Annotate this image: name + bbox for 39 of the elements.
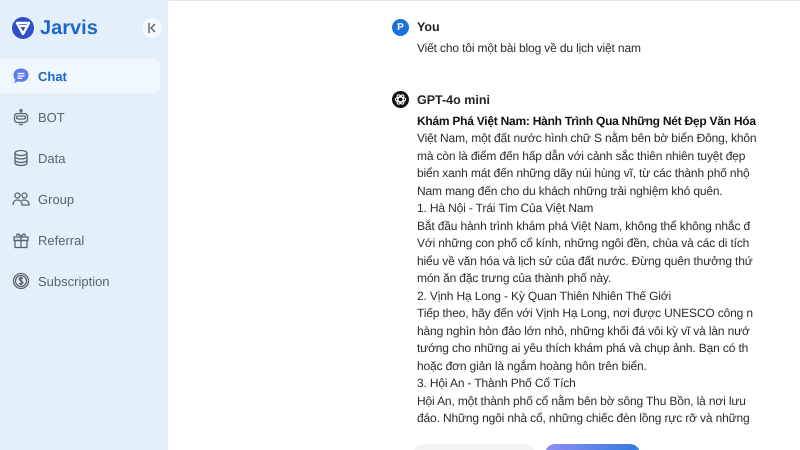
message-text: Hội An, một thành phố cổ nằm bên bờ sông Thu Bồn, là nơi lưu bbox=[417, 392, 746, 410]
message-text: tướng cho những ai yêu thích khám phá và chụp ảnh. Bạn có th bbox=[417, 340, 748, 357]
logo-icon bbox=[12, 17, 34, 39]
message-text: hiểu về văn hóa và lịch sử của đất nước. Đừng quên thưởng thứ bbox=[417, 252, 753, 270]
dollar-coin-icon bbox=[12, 272, 30, 290]
sidebar-item[interactable]: Referral bbox=[0, 223, 160, 257]
sidebar-item[interactable]: Data bbox=[0, 141, 160, 175]
message-text: Nam mang đến cho du khách những trải nghiệm khó quên. bbox=[417, 182, 723, 200]
message-text: 2. Vịnh Hạ Long - Kỳ Quan Thiên Nhiên Thế Giới bbox=[417, 288, 672, 304]
user-avatar: P bbox=[392, 18, 409, 36]
sidebar-item[interactable]: Chat bbox=[0, 59, 160, 93]
message-text: Viết cho tôi một bài blog về du lịch việt nam bbox=[417, 40, 641, 57]
author-name: GPT-4o mini bbox=[417, 92, 490, 106]
message-text: Tiếp theo, hãy đến với Vịnh Hạ Long, nơi được UNESCO công n bbox=[417, 305, 753, 322]
message-text: 3. Hội An - Thành Phố Cổ Tích bbox=[417, 375, 576, 392]
people-icon bbox=[12, 190, 30, 208]
message-text: Với những con phố cổ kính, những ngôi đền, chùa và các di tích bbox=[417, 235, 750, 252]
brand-name: Jarvis bbox=[40, 16, 98, 40]
message-text: mà còn là điểm đến hấp dẫn với cảnh sắc thiên nhiên tuyệt đẹp bbox=[417, 148, 746, 164]
knot-logo-icon bbox=[392, 91, 409, 108]
message-text: đáo. Những ngôi nhà cổ, những chiếc đèn lồng rực rỡ và những bbox=[417, 410, 750, 427]
sidebar-item[interactable]: Group bbox=[0, 182, 160, 216]
message-text: hàng nghìn hòn đảo lớn nhỏ, những khối đá vôi kỳ vĩ và làn nướ bbox=[417, 322, 750, 340]
chat-bubble-icon bbox=[12, 67, 30, 85]
collapse-icon bbox=[147, 22, 157, 34]
message-text: Khám Phá Việt Nam: Hành Trình Qua Những Nét Đẹp Văn Hóa bbox=[417, 112, 756, 130]
message-text: Việt Nam, một đất nước hình chữ S nằm bên bờ biển Đông, khôn bbox=[417, 130, 756, 147]
gift-icon bbox=[12, 231, 30, 249]
database-icon bbox=[12, 149, 30, 167]
robot-icon bbox=[12, 108, 30, 126]
message-text: 1. Hà Nội - Trái Tim Của Việt Nam bbox=[417, 200, 594, 217]
collapse-sidebar-button[interactable] bbox=[142, 18, 162, 38]
author-name: You bbox=[417, 20, 440, 34]
message-text: biển xanh mát đến những dãy núi hùng vĩ, từ các thành phố nhộ bbox=[417, 165, 750, 182]
message-text: Bắt đầu hành trình khám phá Việt Nam, không thể không nhắc đ bbox=[417, 218, 750, 234]
sidebar-item[interactable]: Subscription bbox=[0, 264, 160, 298]
sidebar-item[interactable]: BOT bbox=[0, 100, 160, 134]
message-text: hoặc đơn giản là ngắm hoàng hôn trên biển. bbox=[417, 358, 647, 374]
message-text: món ăn đặc trưng của thành phố này. bbox=[417, 270, 612, 287]
